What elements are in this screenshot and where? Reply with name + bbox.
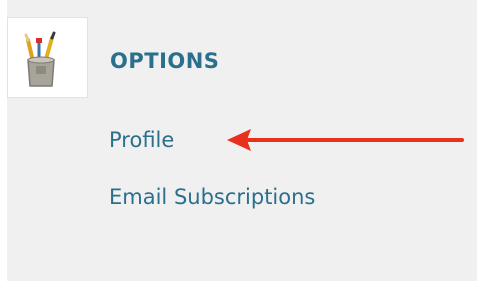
options-title: OPTIONS	[110, 49, 220, 73]
pencil-cup-icon	[24, 31, 56, 87]
email-subscriptions-link[interactable]: Email Subscriptions	[109, 183, 315, 211]
options-icon-box	[7, 17, 88, 98]
red-arrow-annotation	[227, 129, 464, 151]
profile-link[interactable]: Profile	[109, 126, 174, 154]
